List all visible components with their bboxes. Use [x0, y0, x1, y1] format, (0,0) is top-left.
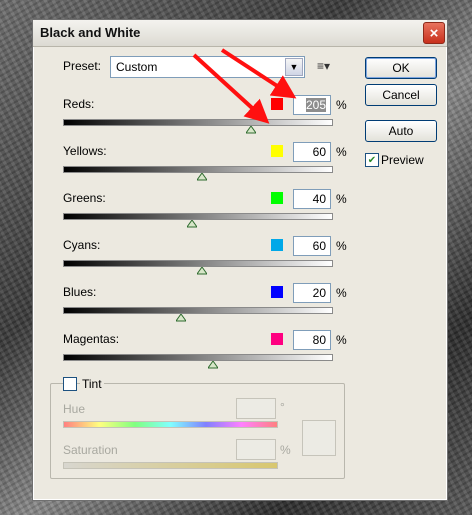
arrow-to-reds-slider: [192, 53, 270, 124]
annotation-arrows: [192, 48, 297, 124]
arrow-to-reds-value: [220, 48, 297, 99]
